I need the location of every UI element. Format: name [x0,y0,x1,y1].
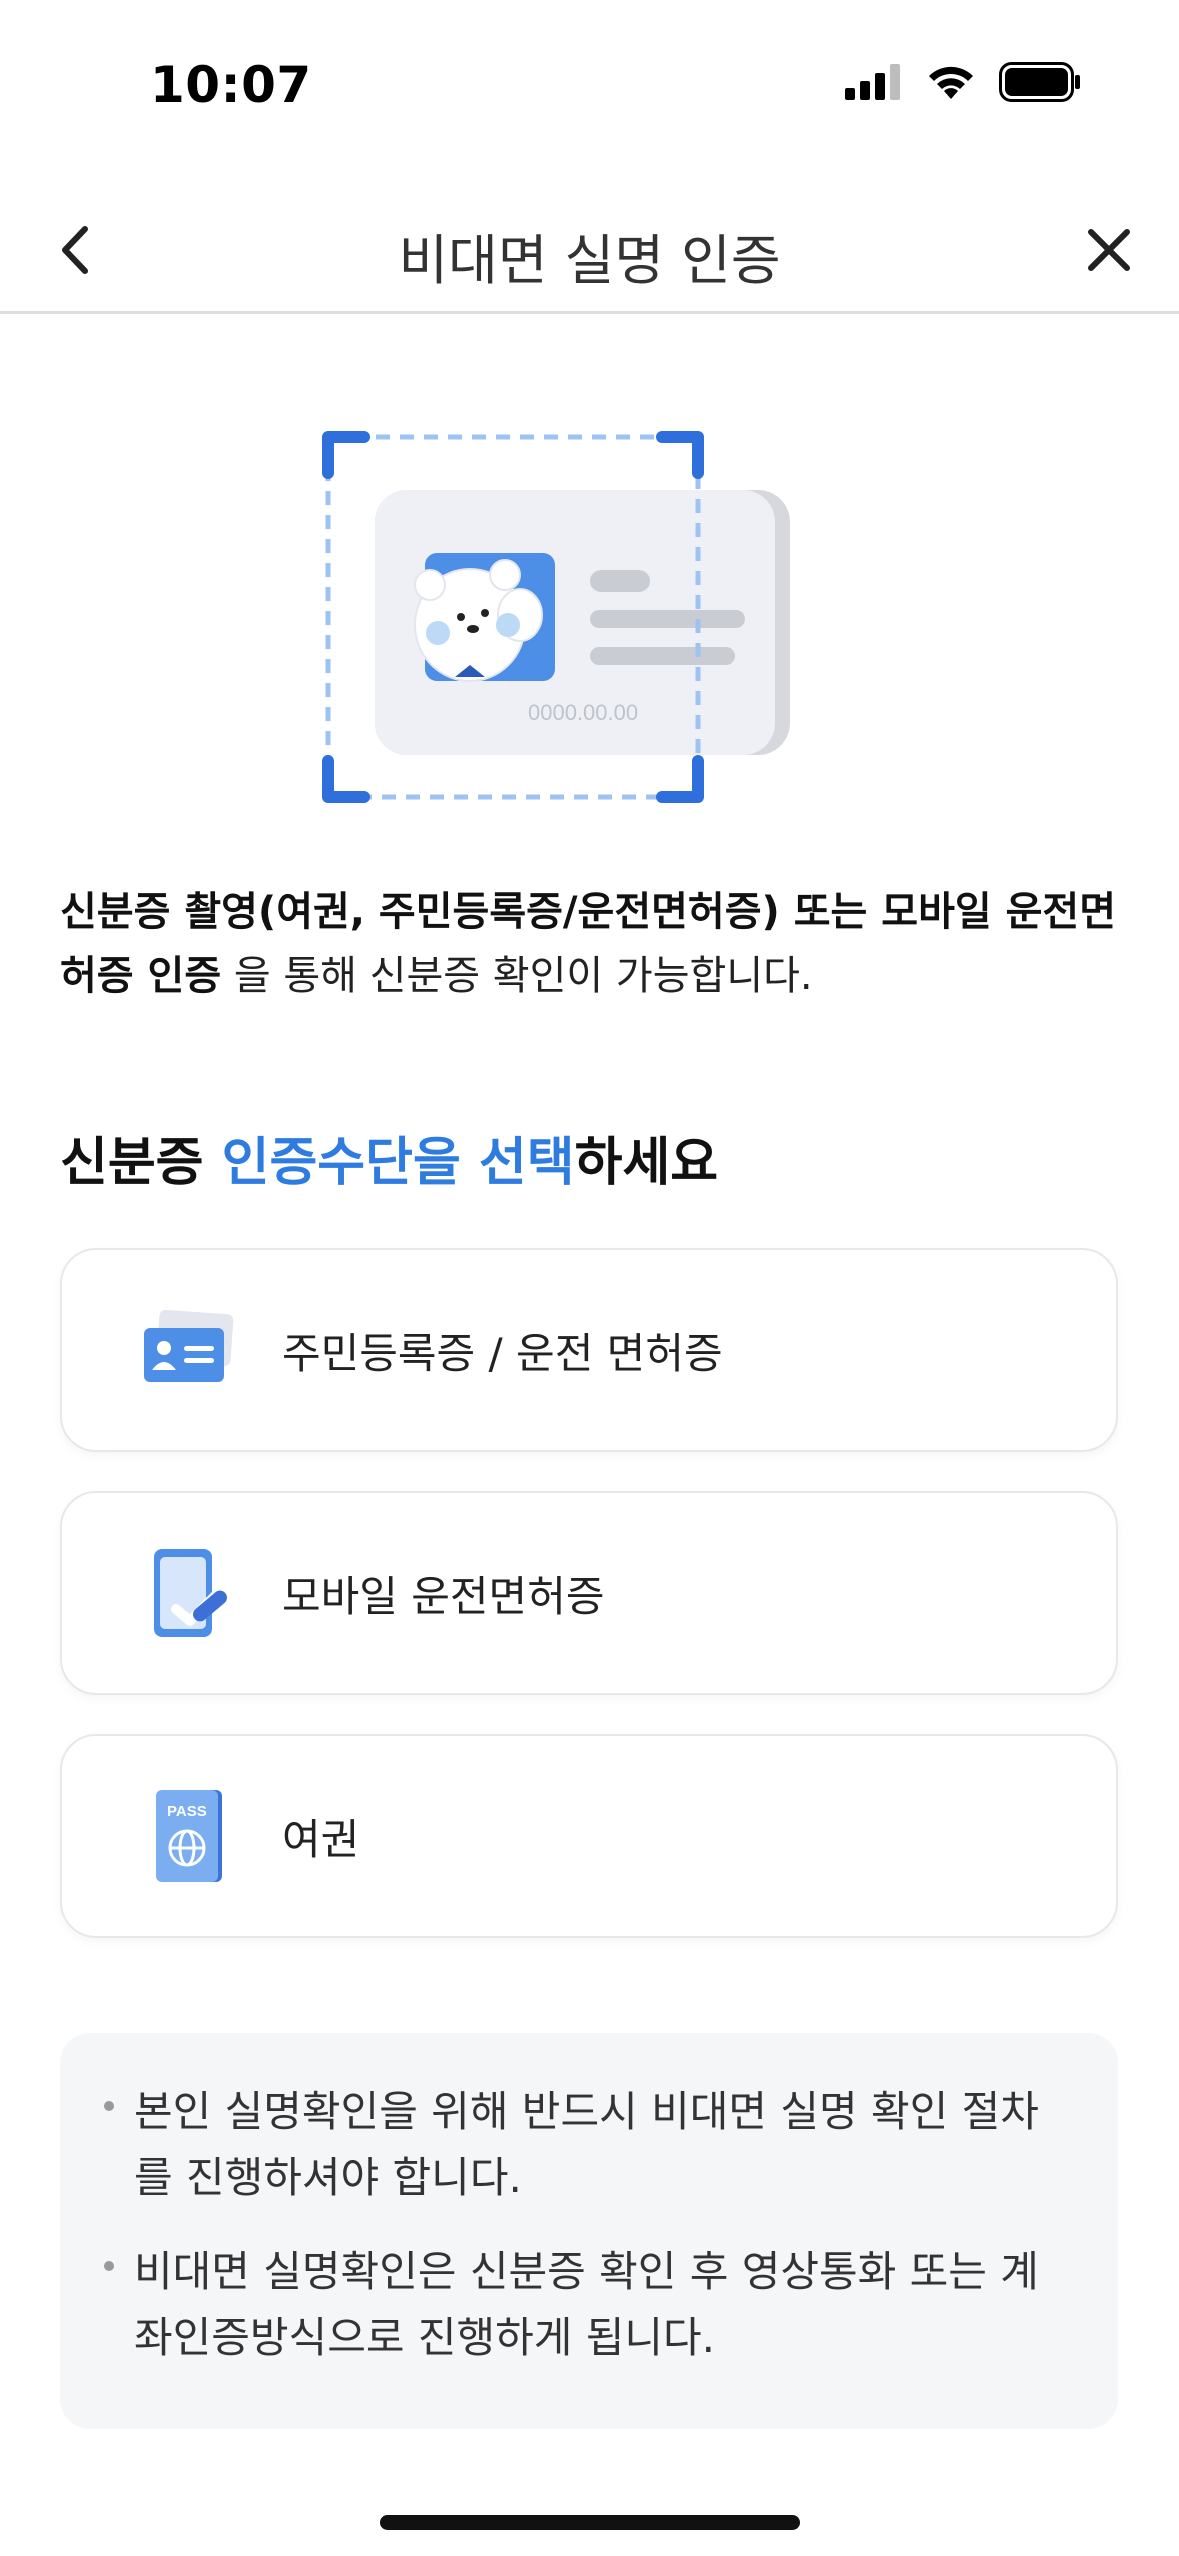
id-card-icon [128,1290,248,1410]
close-icon [1088,229,1130,271]
wifi-icon [929,66,973,99]
option-label: 여권 [282,1814,360,1864]
option-label: 모바일 운전면허증 [282,1571,605,1621]
passport-icon: PASS [128,1776,248,1896]
notice-item: 본인 실명확인을 위해 반드시 비대면 실명 확인 절차를 진행하셔야 합니다. [104,2079,1068,2211]
battery-icon [999,62,1080,102]
cellular-signal-icon [845,64,900,100]
notice-text: 비대면 실명확인은 신분증 확인 후 영상통화 또는 계좌인증방식으로 진행하게… [134,2247,1039,2362]
status-bar: 10:07 [0,0,1179,150]
close-button[interactable] [1077,218,1141,282]
navigation-bar: 비대면 실명 인증 [0,190,1179,314]
notice-text: 본인 실명확인을 위해 반드시 비대면 실명 확인 절차를 진행하셔야 합니다. [134,2087,1039,2202]
bullet-icon [104,2261,114,2271]
id-scan-illustration: 0000.00.00 [320,425,810,825]
section-title-accent: 인증수단을 선택 [221,1133,575,1193]
option-passport[interactable]: PASS 여권 [60,1734,1118,1938]
option-label: 주민등록증 / 운전 면허증 [282,1328,723,1378]
section-title-prefix: 신분증 [60,1133,222,1193]
page-title: 비대면 실명 인증 [398,229,781,292]
notice-item: 비대면 실명확인은 신분증 확인 후 영상통화 또는 계좌인증방식으로 진행하게… [104,2239,1068,2371]
mobile-license-icon [128,1533,248,1653]
option-id-card[interactable]: 주민등록증 / 운전 면허증 [60,1248,1118,1452]
intro-rest: 을 통해 신분증 확인이 가능합니다. [221,953,813,999]
section-title: 신분증 인증수단을 선택하세요 [60,1120,718,1195]
status-time: 10:07 [150,56,312,114]
notice-box: 본인 실명확인을 위해 반드시 비대면 실명 확인 절차를 진행하셔야 합니다.… [60,2033,1118,2429]
bullet-icon [104,2101,114,2111]
status-icons [845,62,1081,102]
section-title-suffix: 하세요 [574,1133,719,1193]
home-indicator[interactable] [380,2515,800,2530]
passport-text: PASS [167,1803,207,1820]
card-number-text: 0000.00.00 [528,700,638,725]
intro-text: 신분증 촬영(여권, 주민등록증/운전면허증) 또는 모바일 운전면허증 인증 … [60,880,1120,1008]
option-mobile-license[interactable]: 모바일 운전면허증 [60,1491,1118,1695]
